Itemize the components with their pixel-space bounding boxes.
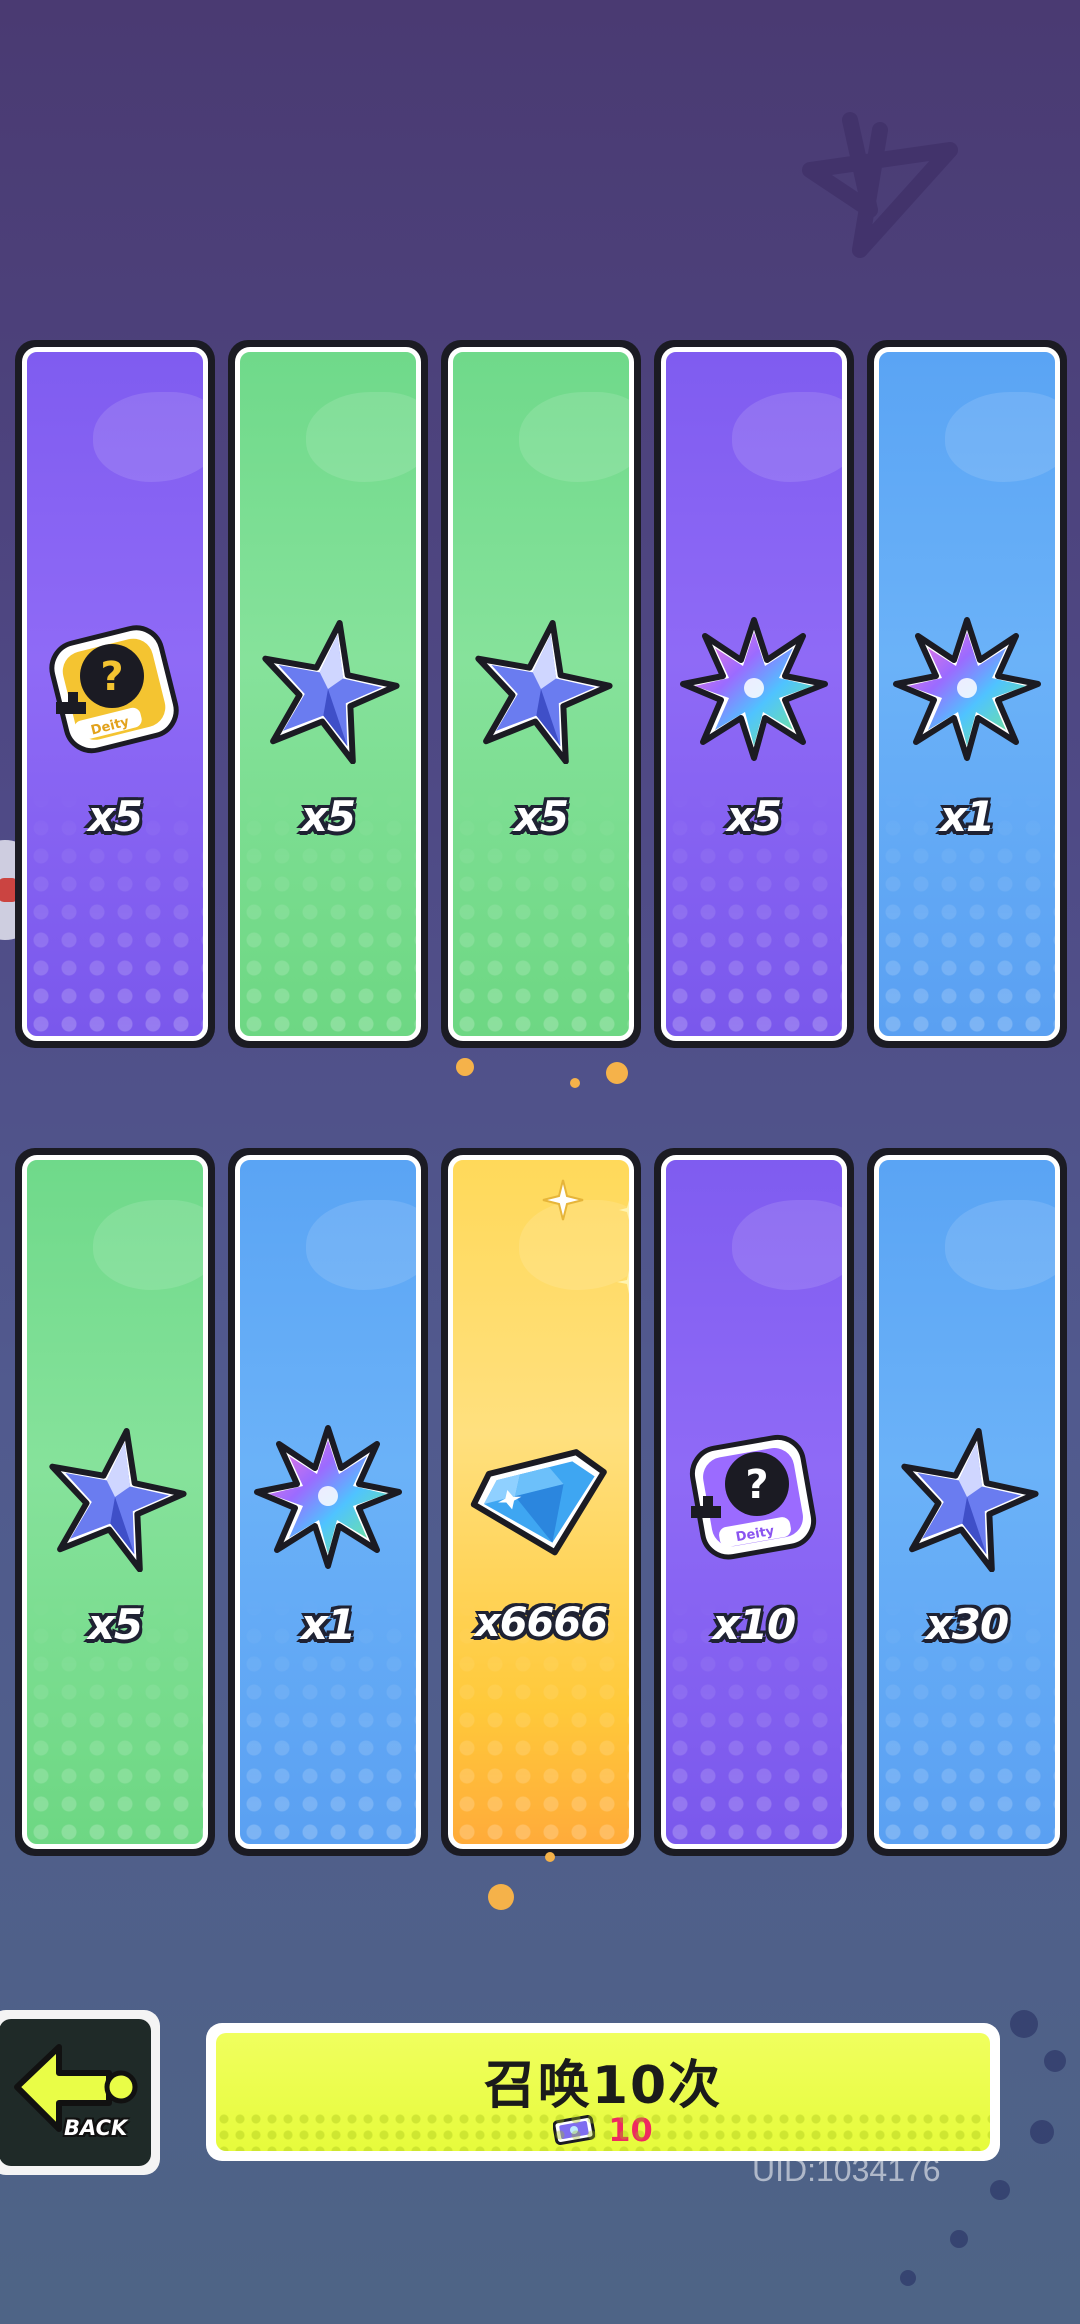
confetti-dot — [456, 1058, 474, 1076]
reward-card: x5 — [15, 1148, 215, 1856]
back-label: BACK — [64, 2116, 128, 2140]
rainbow-star-shard-icon — [254, 1425, 402, 1569]
blue-star-shard-icon — [901, 1428, 1039, 1572]
deity-mystery-card-purple-icon: ? Deity — [689, 1434, 817, 1560]
reward-quantity: x1 — [939, 792, 995, 841]
reward-quantity: x5 — [87, 792, 143, 841]
reward-card: x5 — [228, 340, 428, 1048]
summon-cost-value: 10 — [608, 2111, 653, 2149]
reward-card: x5 — [654, 340, 854, 1048]
reward-quantity: x5 — [87, 1600, 143, 1649]
reward-card: x5 — [441, 340, 641, 1048]
summon-10-button[interactable]: 召唤10次 10 — [206, 2023, 1000, 2161]
reward-quantity: x10 — [712, 1600, 797, 1649]
confetti-dot — [570, 1078, 580, 1088]
confetti-dot — [545, 1852, 555, 1862]
reward-card: x1 — [867, 340, 1067, 1048]
reward-row-2: x5 x1 x6666 ? Deity x10 x30 — [15, 1148, 1067, 1856]
reward-card: ? Deity x5 — [15, 340, 215, 1048]
summon-cost: 10 — [216, 2111, 990, 2149]
reward-quantity: x1 — [300, 1600, 356, 1649]
reward-quantity: x5 — [726, 792, 782, 841]
summon-ticket-icon — [553, 2115, 596, 2145]
blue-star-shard-icon — [475, 620, 613, 764]
sparkle-icon — [542, 1179, 629, 1294]
reward-card-rare: x6666 — [441, 1148, 641, 1856]
rainbow-star-shard-icon — [893, 617, 1041, 761]
confetti-dot — [488, 1884, 514, 1910]
deity-mystery-card-gold-icon: ? Deity — [49, 625, 179, 754]
blue-diamond-icon — [470, 1449, 607, 1556]
back-button[interactable]: BACK — [0, 2010, 160, 2175]
rainbow-star-shard-icon — [680, 617, 828, 761]
svg-text:?: ? — [745, 1462, 768, 1508]
confetti-dot — [606, 1062, 628, 1084]
blue-star-shard-icon — [49, 1428, 187, 1572]
summon-label: 召唤10次 — [483, 2056, 723, 2116]
background-star-doodle — [802, 112, 958, 258]
blue-star-shard-icon — [262, 620, 400, 764]
user-id-label: UID:1034176 — [752, 2152, 941, 2188]
reward-quantity: x30 — [925, 1600, 1010, 1649]
svg-text:?: ? — [100, 654, 123, 700]
reward-row-1: ? Deity x5 x5 x5 x5 x1 — [15, 340, 1067, 1048]
reward-card: x30 — [867, 1148, 1067, 1856]
reward-quantity: x5 — [513, 792, 569, 841]
reward-quantity: x6666 — [474, 1600, 608, 1646]
reward-card: x1 — [228, 1148, 428, 1856]
reward-quantity: x5 — [300, 792, 356, 841]
reward-card: ? Deity x10 — [654, 1148, 854, 1856]
